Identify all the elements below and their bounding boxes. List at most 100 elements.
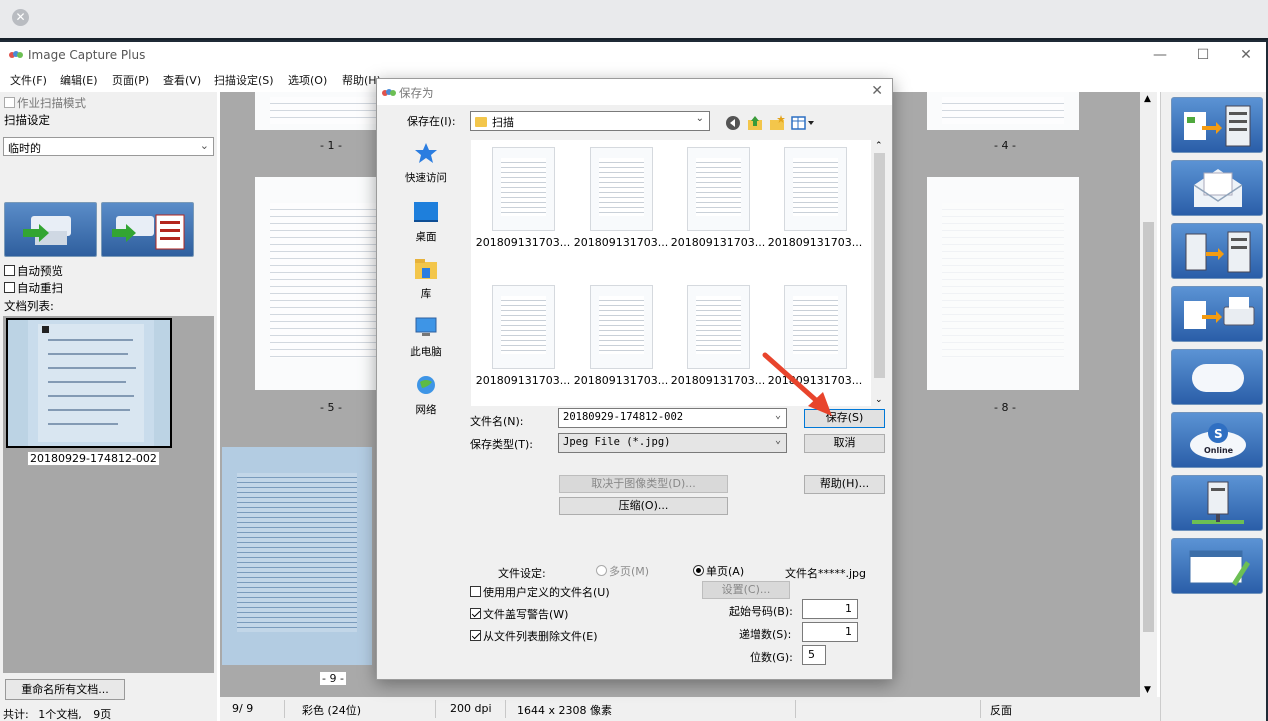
totals: 共计: 1个文档, 9页 [3,706,111,721]
checkbox-icon [4,282,15,293]
right-panel: S Online [1160,92,1266,721]
cancel-button[interactable]: 取消 [804,434,885,453]
file-item[interactable]: 201809131703... [670,142,766,264]
file-name: 201809131703... [573,236,669,249]
file-item[interactable]: 201809131703... [767,142,863,264]
use-custom-name-checkbox[interactable]: 使用用户定义的文件名(U) [470,584,610,600]
document-thumbnail[interactable] [6,318,172,448]
help-button[interactable]: 帮助(H)... [804,475,885,494]
chevron-down-icon: ⌄ [774,435,781,446]
app-title: Image Capture Plus [28,48,146,62]
place-this-pc[interactable]: 此电脑 [387,316,465,359]
compress-button[interactable]: 压缩(O)... [559,497,728,515]
scroll-down-icon[interactable]: ⌄ [875,395,883,405]
network-server-button[interactable] [1171,475,1263,531]
file-thumbnail [687,147,750,231]
star-icon [415,143,437,163]
scroll-up-icon[interactable]: ▲ [1144,94,1151,104]
scan-profile-value: 临时的 [8,142,41,155]
file-item[interactable]: 201809131703... [475,142,571,264]
menu-page[interactable]: 页面(P) [112,72,149,88]
scan-list-button[interactable] [101,202,194,257]
filetype-select[interactable]: Jpeg File (*.jpg) ⌄ [558,433,787,453]
save-to-server-button[interactable] [1171,97,1263,153]
workspace-scrollbar[interactable]: ▲ ▼ [1140,92,1157,697]
page-thumbnail-selected[interactable] [222,447,372,665]
scroll-thumb[interactable] [1143,222,1154,632]
increment-input[interactable]: 1 [802,622,858,642]
scroll-down-icon[interactable]: ▼ [1144,685,1151,695]
page-thumbnail[interactable] [927,92,1079,130]
file-item[interactable]: 201809131703... [573,142,669,264]
menu-options[interactable]: 选项(O) [288,72,327,88]
mail-envelope-icon [1193,169,1243,207]
menu-scan-settings[interactable]: 扫描设定(S) [214,72,274,88]
remove-from-list-checkbox[interactable]: 从文件列表删除文件(E) [470,628,598,644]
batch-mode-checkbox[interactable]: 作业扫描模式 [4,95,86,111]
save-in-combo[interactable]: 扫描 ⌄ [470,111,710,131]
menu-view[interactable]: 查看(V) [163,72,201,88]
document-list[interactable]: 20180929-174812-002 [3,316,214,673]
file-list-scrollbar[interactable]: ⌃ ⌄ [871,140,888,406]
print-button[interactable] [1171,286,1263,342]
auto-preview-checkbox[interactable]: 自动预览 [4,263,63,279]
start-number-label: 起始号码(B): [729,605,793,618]
file-thumbnail [590,147,653,231]
maximize-button[interactable]: ☐ [1183,45,1223,65]
dialog-close-button[interactable]: ✕ [871,83,883,99]
file-item[interactable]: 201809131703... [573,280,669,402]
page-label: - 5 - [320,401,342,414]
overwrite-warning-checkbox[interactable]: 文件盖写警告(W) [470,606,568,622]
document-name[interactable]: 20180929-174812-002 [27,451,160,466]
filename-input[interactable]: 20180929-174812-002 ⌄ [558,408,787,428]
digits-input[interactable]: 5 [802,645,826,665]
save-to-servers-button[interactable] [1171,223,1263,279]
place-network[interactable]: 网络 [387,374,465,417]
settings-button[interactable]: 设置(C)... [702,581,790,599]
menu-file[interactable]: 文件(F) [10,72,47,88]
start-number-input[interactable]: 1 [802,599,858,619]
sharepoint-online-button[interactable]: S Online [1171,412,1263,468]
place-label: 网络 [415,404,437,416]
scan-button[interactable] [4,202,97,257]
scroll-thumb[interactable] [874,153,885,378]
place-desktop[interactable]: 桌面 [387,201,465,244]
place-libraries[interactable]: 库 [387,258,465,301]
digits-label: 位数(G): [750,651,793,664]
close-button[interactable]: ✕ [1226,45,1266,65]
place-quick-access[interactable]: 快速访问 [387,142,465,185]
file-item[interactable]: 201809131703... [475,280,571,402]
cloud-save-button[interactable] [1171,349,1263,405]
file-thumbnail [784,147,847,231]
singlepage-radio[interactable]: 单页(A) [693,563,744,579]
depends-on-type-button[interactable]: 取决于图像类型(D)... [559,475,728,493]
file-item[interactable]: 201809131703... [670,280,766,402]
page-thumbnail[interactable] [927,177,1079,390]
menu-edit[interactable]: 编辑(E) [60,72,98,88]
file-name: 201809131703... [767,236,863,249]
auto-rescan-checkbox[interactable]: 自动重扫 [4,280,63,296]
totals-label: 共计: [3,708,29,721]
up-folder-icon[interactable] [747,115,763,131]
edit-document-button[interactable] [1171,538,1263,594]
multipage-radio[interactable]: 多页(M) [596,563,649,579]
page-label: - 9 - [320,672,346,685]
back-icon[interactable] [725,115,741,131]
view-menu-icon[interactable] [791,115,815,131]
minimize-button[interactable]: — [1140,45,1180,65]
status-color-mode: 彩色 (24位) [302,704,362,717]
outer-top-strip: ✕ [0,0,1268,40]
close-circle-icon[interactable]: ✕ [12,9,29,26]
scan-profile-select[interactable]: 临时的 ⌄ [3,137,214,156]
new-folder-icon[interactable] [769,115,785,131]
rename-all-button[interactable]: 重命名所有文档... [5,679,125,700]
batch-mode-label: 作业扫描模式 [17,96,86,110]
left-panel: 作业扫描模式 扫描设定 临时的 ⌄ 自动预览 自动重扫 文档列表: 201809… [0,92,217,721]
filename-label: 文件名(N): [470,415,524,428]
scroll-up-icon[interactable]: ⌃ [875,141,883,151]
app-logo-icon [9,51,23,58]
radio-icon [693,565,704,576]
send-email-button[interactable] [1171,160,1263,216]
singlepage-label: 单页(A) [706,565,745,578]
page-label: - 8 - [994,401,1016,414]
